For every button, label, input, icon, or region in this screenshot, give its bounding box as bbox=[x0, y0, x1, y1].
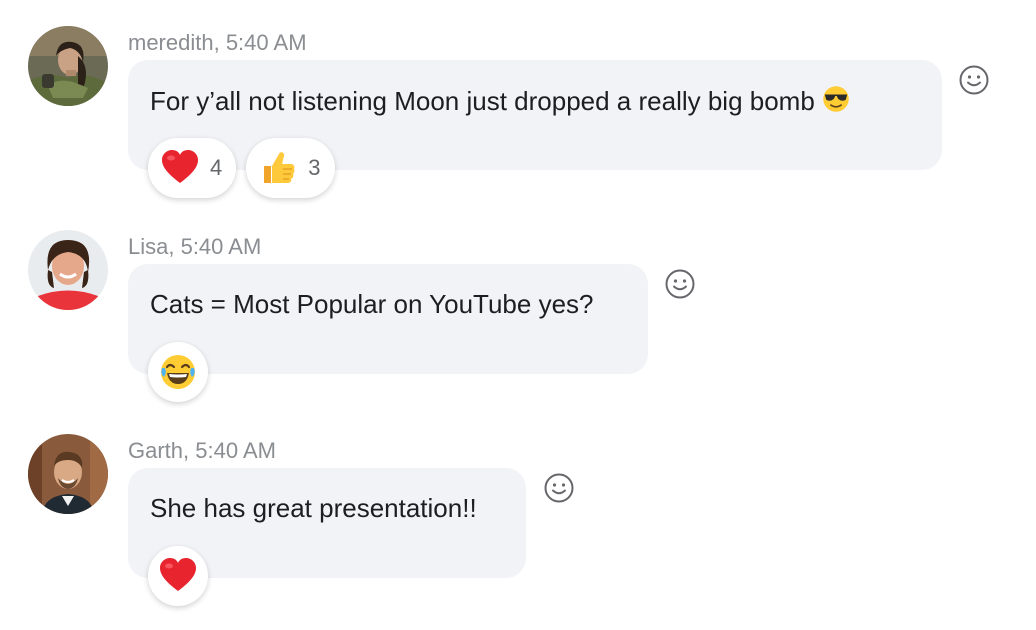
reaction-count: 3 bbox=[308, 155, 321, 180]
reaction-heart-button[interactable] bbox=[148, 546, 208, 606]
smiley-icon bbox=[664, 268, 696, 300]
smiley-icon bbox=[543, 472, 575, 504]
reaction-laughing-button[interactable] bbox=[148, 342, 208, 402]
reactions bbox=[148, 546, 208, 606]
heart-icon bbox=[160, 148, 200, 188]
reactions: 4 3 bbox=[148, 138, 335, 198]
heart-icon bbox=[158, 556, 198, 596]
add-reaction-button[interactable] bbox=[958, 64, 990, 96]
message-text: Cats = Most Popular on YouTube yes? bbox=[150, 289, 594, 319]
sunglasses-face-icon bbox=[821, 84, 851, 114]
message-bubble[interactable]: Cats = Most Popular on YouTube yes? bbox=[128, 264, 648, 402]
smiley-icon bbox=[958, 64, 990, 96]
message-meta: Garth, 5:40 AM bbox=[128, 438, 276, 463]
add-reaction-button[interactable] bbox=[543, 472, 575, 504]
message-bubble[interactable]: She has great presentation!! bbox=[128, 468, 526, 606]
add-reaction-button[interactable] bbox=[664, 268, 696, 300]
reactions bbox=[148, 342, 208, 402]
message-text: She has great presentation!! bbox=[150, 493, 477, 523]
laughing-tears-icon bbox=[158, 352, 198, 392]
message-text: For y’all not listening Moon just droppe… bbox=[150, 86, 815, 116]
message-meta: meredith, 5:40 AM bbox=[128, 30, 307, 55]
reaction-thumbs-up-button[interactable]: 3 bbox=[246, 138, 335, 198]
thumbs-up-icon bbox=[258, 148, 298, 188]
reaction-heart-button[interactable]: 4 bbox=[148, 138, 237, 198]
message-meta: Lisa, 5:40 AM bbox=[128, 234, 262, 259]
message-bubble[interactable]: For y’all not listening Moon just droppe… bbox=[128, 60, 942, 198]
reaction-count: 4 bbox=[210, 155, 223, 180]
avatar[interactable] bbox=[28, 26, 108, 106]
avatar[interactable] bbox=[28, 230, 108, 310]
avatar[interactable] bbox=[28, 434, 108, 514]
message-text-row: For y’all not listening Moon just droppe… bbox=[150, 84, 851, 117]
